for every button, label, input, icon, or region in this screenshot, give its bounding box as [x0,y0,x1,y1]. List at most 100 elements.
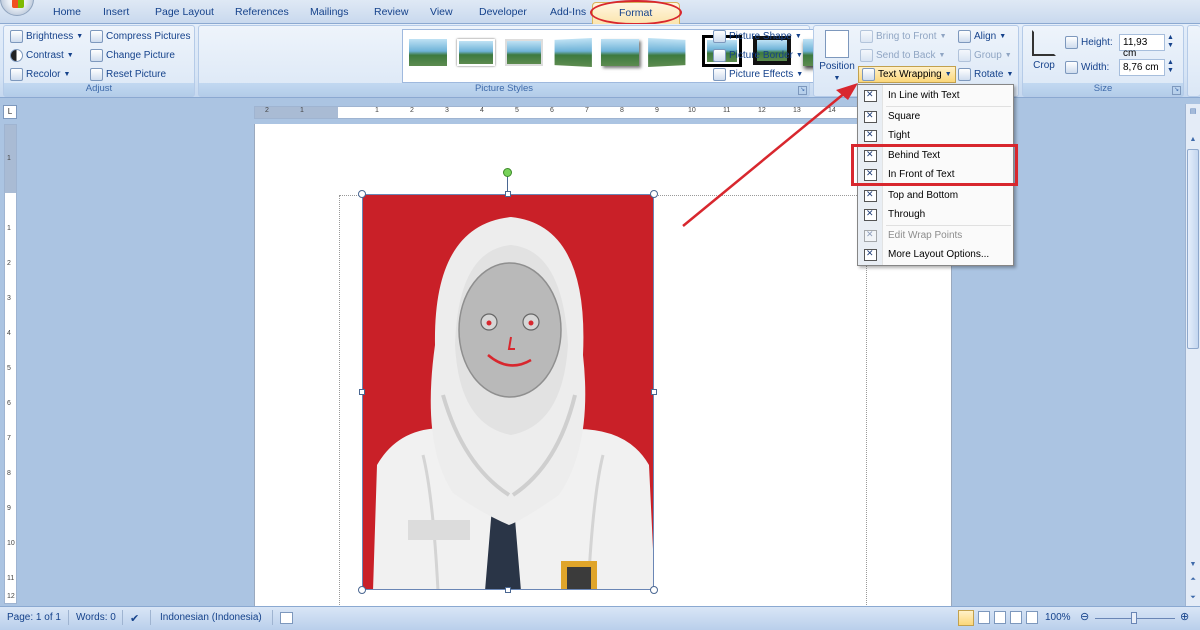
group-button[interactable]: Group ▼ [958,47,1012,64]
resize-handle-s[interactable] [505,587,511,593]
web-layout-icon[interactable] [994,611,1006,624]
print-layout-view-icon[interactable] [958,610,974,626]
size-group: Crop Height: 11,93 cm ▲ ▼ Width: 8,76 cm … [1022,25,1184,97]
style-thumb[interactable] [554,38,592,67]
tab-add-ins[interactable]: Add-Ins [550,6,586,18]
contrast-button[interactable]: Contrast ▼ [10,47,74,64]
dialog-launcher-icon[interactable]: ↘ [798,86,807,95]
tab-mailings[interactable]: Mailings [310,6,349,18]
macro-record-icon[interactable] [280,612,293,624]
menu-item-edit-wrap-points[interactable]: Edit Wrap Points [858,226,1013,246]
tab-view[interactable]: View [430,6,453,18]
rotate-button[interactable]: Rotate ▼ [958,66,1013,83]
bring-to-front-icon [860,30,873,43]
tab-review[interactable]: Review [374,6,408,18]
view-ruler-icon[interactable]: ▤ [1187,106,1199,118]
scroll-thumb[interactable] [1187,149,1199,349]
word-count[interactable]: Words: 0 [76,612,116,623]
office-button[interactable] [0,0,34,16]
previous-page-icon[interactable]: ⏶ [1187,574,1199,586]
selected-picture[interactable] [362,194,654,590]
height-input[interactable]: 11,93 cm [1119,34,1165,59]
resize-handle-sw[interactable] [358,586,366,594]
outline-view-icon[interactable] [1010,611,1022,624]
tight-wrap-icon [864,129,877,142]
recolor-button[interactable]: Recolor ▼ [10,66,70,83]
position-button[interactable]: Position ▼ [817,28,857,84]
draft-view-icon[interactable] [1026,611,1038,624]
text-wrapping-button[interactable]: Text Wrapping ▼ [858,66,956,83]
compress-pictures-button[interactable]: Compress Pictures [90,28,190,45]
rotate-handle[interactable] [503,168,512,177]
resize-handle-w[interactable] [359,389,365,395]
tab-references[interactable]: References [235,6,289,18]
full-screen-reading-icon[interactable] [978,611,990,624]
menu-item-in-line-with-text[interactable]: In Line with Text [858,86,1013,106]
group-icon [958,49,971,62]
reset-picture-button[interactable]: Reset Picture [90,66,166,83]
tab-insert[interactable]: Insert [103,6,129,18]
style-thumb[interactable] [409,39,447,66]
menu-item-tight[interactable]: Tight [858,126,1013,146]
resize-handle-e[interactable] [651,389,657,395]
tab-home[interactable]: Home [53,6,81,18]
size-group-label: Size [1023,83,1183,96]
layout-options-icon [864,248,877,261]
horizontal-ruler[interactable]: 2 1 1 2 3 4 5 6 7 8 9 10 11 12 13 14 15 [254,106,952,119]
resize-handle-nw[interactable] [358,190,366,198]
zoom-slider-thumb[interactable] [1131,612,1137,624]
menu-item-square[interactable]: Square [858,107,1013,127]
send-to-back-icon [860,49,873,62]
resize-handle-se[interactable] [650,586,658,594]
zoom-in-icon[interactable]: ⊕ [1180,610,1189,623]
tab-developer[interactable]: Developer [479,6,527,18]
vertical-scrollbar[interactable]: ▤ ▲ ▼ ⏶ ⏷ [1185,104,1200,606]
height-spinner[interactable]: ▲ ▼ [1167,34,1174,50]
tab-selector[interactable]: L [3,105,17,119]
adjust-group-label: Adjust [4,83,194,96]
picture-border-button[interactable]: Picture Border ▼ [713,47,803,64]
width-spinner[interactable]: ▲ ▼ [1167,59,1174,75]
page-count[interactable]: Page: 1 of 1 [7,612,61,623]
ribbon-edge [1187,25,1200,97]
menu-item-through[interactable]: Through [858,205,1013,225]
menu-item-top-and-bottom[interactable]: Top and Bottom [858,186,1013,206]
recolor-icon [10,68,23,81]
inline-wrap-icon [864,89,877,102]
resize-handle-n[interactable] [505,191,511,197]
resize-handle-ne[interactable] [650,190,658,198]
menu-item-more-layout-options[interactable]: More Layout Options... [858,245,1013,265]
ribbon-tab-row: Home Insert Page Layout References Maili… [0,0,1200,26]
style-thumb[interactable] [457,39,495,66]
size-dialog-launcher-icon[interactable]: ↘ [1172,86,1181,95]
style-thumb[interactable] [505,39,543,66]
send-to-back-button[interactable]: Send to Back ▼ [860,47,945,64]
scroll-up-icon[interactable]: ▲ [1187,134,1199,146]
format-tab-annotation-circle [590,0,682,25]
language-indicator[interactable]: Indonesian (Indonesia) [160,612,262,623]
scroll-down-icon[interactable]: ▼ [1187,559,1199,571]
align-icon [958,30,971,43]
change-picture-button[interactable]: Change Picture [90,47,175,64]
office-logo-icon [12,0,24,8]
width-input[interactable]: 8,76 cm [1119,59,1165,76]
zoom-level[interactable]: 100% [1045,612,1071,623]
crop-button[interactable]: Crop [1026,28,1062,84]
bring-to-front-button[interactable]: Bring to Front ▼ [860,28,947,45]
position-icon [825,30,849,58]
height-icon [1065,36,1078,49]
next-page-icon[interactable]: ⏷ [1187,592,1199,604]
document-page[interactable] [254,124,952,615]
align-button[interactable]: Align ▼ [958,28,1006,45]
brightness-button[interactable]: Brightness ▼ [10,28,83,45]
style-thumb[interactable] [601,39,639,66]
proofing-icon[interactable]: ✔ [130,612,139,625]
picture-styles-group-label: Picture Styles [199,83,809,96]
vertical-ruler[interactable]: 1 1 2 3 4 5 6 7 8 9 10 11 12 [4,124,17,604]
picture-effects-button[interactable]: Picture Effects ▼ [713,66,803,83]
style-thumb[interactable] [648,38,686,67]
compress-icon [90,30,103,43]
zoom-out-icon[interactable]: ⊖ [1080,610,1089,623]
picture-shape-button[interactable]: Picture Shape ▼ [713,28,802,45]
tab-page-layout[interactable]: Page Layout [155,6,214,18]
